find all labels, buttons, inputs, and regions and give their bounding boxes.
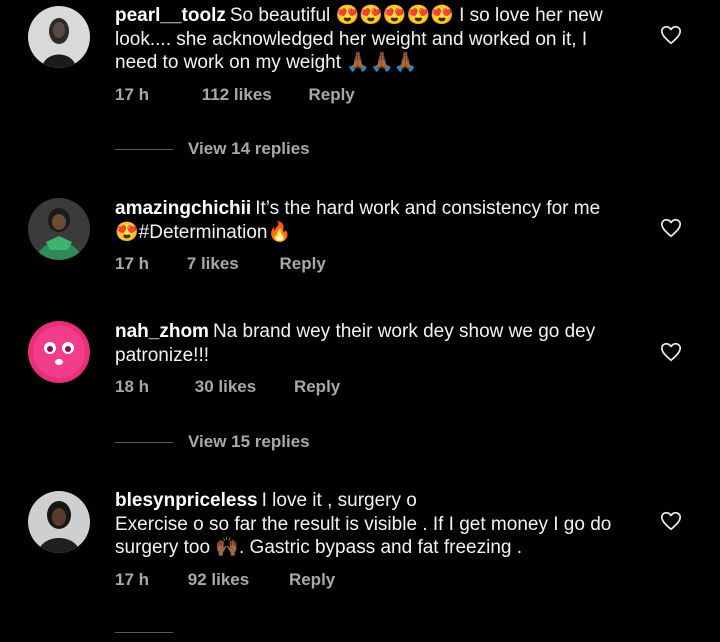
reply-button[interactable]: Reply	[280, 254, 326, 274]
likes-count[interactable]: 30 likes	[195, 377, 256, 397]
username[interactable]: blesynpriceless	[115, 490, 258, 511]
comment-line: look.... she acknowledged her weight and…	[115, 28, 588, 50]
comment-line: Exercise o so far the result is visible …	[115, 513, 612, 535]
comment-meta: 18 h 30 likes Reply	[115, 377, 340, 397]
heart-outline-icon[interactable]	[660, 217, 682, 239]
comment-text: blesynpriceless I love it , surgery o Exe…	[115, 489, 645, 560]
username[interactable]: amazingchichii	[115, 198, 251, 219]
likes-count[interactable]: 92 likes	[188, 570, 249, 590]
comment-text: amazingchichii It’s the hard work and con…	[115, 197, 645, 244]
comment-line: It’s the hard work and consistency for m…	[255, 198, 601, 219]
view-replies-label: View 14 replies	[188, 139, 310, 158]
partial-divider	[115, 622, 188, 642]
avatar[interactable]	[28, 321, 90, 383]
divider-line	[115, 442, 173, 444]
comment-line: Na brand wey their work dey show we go d…	[212, 321, 596, 342]
heart-outline-icon[interactable]	[660, 341, 682, 363]
likes-count[interactable]: 7 likes	[187, 254, 239, 274]
divider-line	[115, 632, 173, 634]
reply-button[interactable]: Reply	[308, 85, 354, 105]
avatar[interactable]	[28, 491, 90, 553]
comment-meta: 17 h 92 likes Reply	[115, 570, 335, 590]
username[interactable]: nah_zhom	[115, 321, 209, 342]
comment-line: patronize!!!	[115, 344, 209, 366]
timestamp: 17 h	[115, 85, 150, 104]
comment-line: surgery too 🙌🏾. Gastric bypass and fat f…	[115, 537, 523, 558]
view-replies-button[interactable]: View 14 replies	[115, 139, 310, 159]
likes-count[interactable]: 112 likes	[202, 85, 272, 105]
comment-text: pearl__toolz So beautiful 😍😍😍😍😍 I so love…	[115, 4, 645, 75]
username[interactable]: pearl__toolz	[115, 5, 226, 26]
timestamp: 17 h	[115, 570, 150, 589]
reply-button[interactable]: Reply	[289, 570, 335, 590]
view-replies-button[interactable]: View 15 replies	[115, 432, 310, 452]
divider-line	[115, 149, 173, 151]
comment-line: need to work on my weight 🙏🏾🙏🏾🙏🏾	[115, 52, 418, 73]
timestamp: 17 h	[115, 254, 150, 273]
comment-meta: 17 h 112 likes Reply	[115, 85, 355, 105]
heart-outline-icon[interactable]	[660, 24, 682, 46]
comment-meta: 17 h 7 likes Reply	[115, 254, 326, 274]
avatar[interactable]	[28, 198, 90, 260]
view-replies-label: View 15 replies	[188, 432, 310, 451]
comment-line: So beautiful 😍😍😍😍😍 I so love her new	[229, 5, 603, 26]
heart-outline-icon[interactable]	[660, 510, 682, 532]
comment-text: nah_zhom Na brand wey their work dey show…	[115, 320, 645, 367]
comment-line: I love it , surgery o	[261, 490, 417, 511]
comment-line: 😍#Determination🔥	[115, 221, 292, 243]
timestamp: 18 h	[115, 377, 150, 396]
reply-button[interactable]: Reply	[294, 377, 340, 397]
avatar[interactable]	[28, 6, 90, 68]
